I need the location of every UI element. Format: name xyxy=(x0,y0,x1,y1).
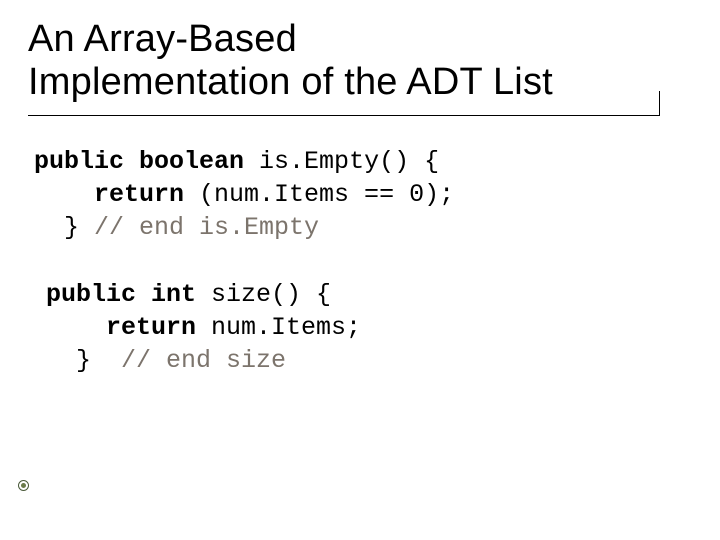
keyword: return xyxy=(94,180,184,209)
keyword: public boolean xyxy=(34,147,244,176)
keyword: public int xyxy=(46,280,196,309)
code-comment: // end is.Empty xyxy=(94,213,319,242)
code-text: } xyxy=(46,346,121,375)
code-text: } xyxy=(34,213,94,242)
bullet-dot xyxy=(21,483,26,488)
title-underline-h xyxy=(28,115,660,116)
keyword: return xyxy=(106,313,196,342)
title-underline-tick xyxy=(659,91,660,115)
code-text: size() { xyxy=(196,280,331,309)
code-block-isempty: public boolean is.Empty() { return (num.… xyxy=(34,145,692,244)
title-line-1: An Array-Based xyxy=(28,18,297,60)
code-text: (num.Items == 0); xyxy=(184,180,454,209)
code-block-size: public int size() { return num.Items; } … xyxy=(46,278,692,377)
bullet-icon xyxy=(18,480,29,491)
slide: An Array-Based Implementation of the ADT… xyxy=(0,0,720,540)
code-comment: // end size xyxy=(121,346,286,375)
title-line-2: Implementation of the ADT List xyxy=(28,61,553,103)
code-text: num.Items; xyxy=(196,313,361,342)
title-underline xyxy=(28,111,668,121)
code-text: is.Empty() { xyxy=(244,147,439,176)
slide-title: An Array-Based Implementation of the ADT… xyxy=(28,18,692,103)
